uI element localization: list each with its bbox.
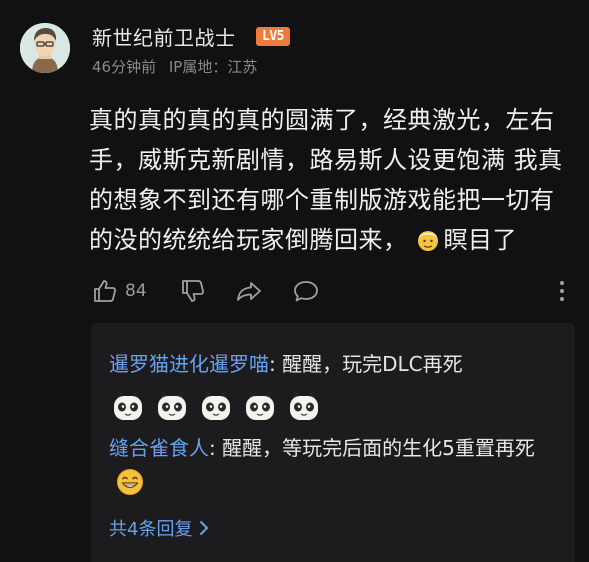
- reply-text: : 醒醒，玩完DLC再死: [269, 352, 463, 376]
- reply-item[interactable]: 暹罗猫进化暹罗喵: 醒醒，玩完DLC再死: [109, 347, 559, 382]
- comment-button[interactable]: [292, 277, 320, 305]
- panda-sticker-icon: [114, 392, 142, 420]
- thumbs-down-icon: [182, 280, 205, 302]
- panda-sticker-icon: [290, 392, 318, 420]
- post-meta: 46分钟前 IP属地：江苏: [92, 56, 265, 77]
- like-count: 84: [125, 281, 147, 301]
- old-man-emoji-icon: [416, 224, 440, 251]
- thumbs-up-icon: [94, 280, 117, 302]
- user-avatar[interactable]: [20, 23, 70, 73]
- reply-text: : 醒醒，等玩完后面的生化5重置再死: [209, 436, 535, 460]
- ip-location: IP属地：江苏: [168, 58, 258, 76]
- comment-text-tail: 瞑目了: [443, 226, 517, 254]
- view-all-replies-link[interactable]: 共4条回复: [109, 515, 210, 541]
- share-arrow-icon: [237, 282, 261, 301]
- reply-item[interactable]: 缝合雀食人: 醒醒，等玩完后面的生化5重置再死: [109, 431, 559, 501]
- panda-sticker-icon: [246, 392, 274, 420]
- more-options-button[interactable]: [554, 277, 570, 305]
- reply-author[interactable]: 暹罗猫进化暹罗喵: [109, 352, 269, 376]
- like-button[interactable]: 84: [92, 277, 147, 305]
- reply-author[interactable]: 缝合雀食人: [109, 436, 209, 460]
- grin-emoji-icon: [117, 469, 143, 495]
- username[interactable]: 新世纪前卫战士: [92, 22, 236, 51]
- panda-sticker-icon: [202, 392, 230, 420]
- avatar-illustration: [20, 23, 70, 73]
- action-bar: 84: [92, 277, 582, 307]
- panda-sticker-icon: [158, 392, 186, 420]
- replies-panel: 暹罗猫进化暹罗喵: 醒醒，玩完DLC再死 缝合雀食人: 醒醒，等玩完后面的生化5…: [91, 323, 575, 562]
- level-badge: LV5: [256, 27, 290, 46]
- post-time: 46分钟前: [92, 58, 157, 76]
- share-button[interactable]: [235, 277, 263, 305]
- speech-bubble-icon: [294, 281, 318, 302]
- comment-text: 真的真的真的真的圆满了，经典激光，左右手，威斯克新剧情，路易斯人设更饱满 我真的…: [89, 100, 575, 260]
- chevron-right-icon: [200, 521, 209, 535]
- vertical-dots-icon: [560, 281, 564, 301]
- sticker-row: [111, 390, 321, 422]
- more-replies-label: 共4条回复: [109, 519, 193, 540]
- comment-card: 新世纪前卫战士 LV5 46分钟前 IP属地：江苏 真的真的真的真的圆满了，经典…: [0, 0, 589, 562]
- dislike-button[interactable]: [180, 277, 206, 305]
